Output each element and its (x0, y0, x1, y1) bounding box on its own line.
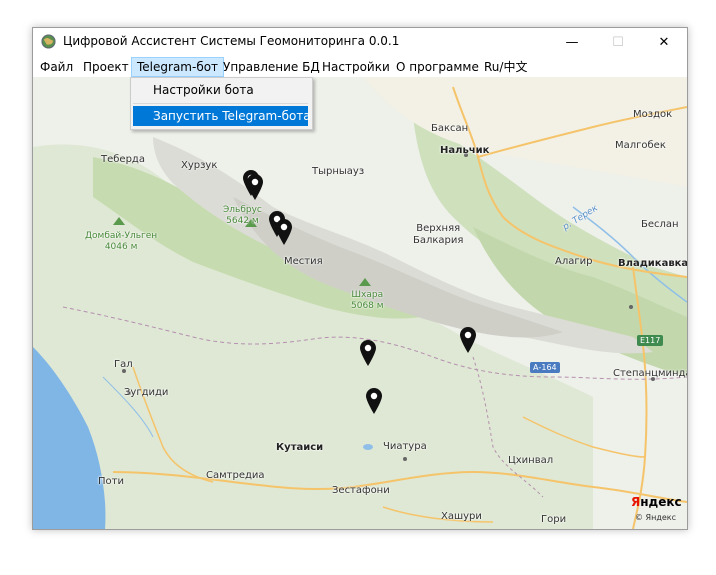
close-icon: ✕ (658, 34, 670, 50)
label-gori: Гори (541, 514, 567, 525)
title-bar: Цифровой Ассистент Системы Геомониторинг… (33, 28, 687, 56)
menu-telegram-bot[interactable]: Telegram-бот (131, 57, 225, 77)
minimize-button[interactable]: — (549, 28, 595, 56)
label-verkhnyaya-balkaria: Верхняя Балкария (413, 223, 464, 246)
label-alagir: Алагир (555, 256, 593, 267)
label-chiatura: Чиатура (383, 441, 427, 452)
label-malgobek: Малгобек (615, 140, 666, 151)
map-marker[interactable] (247, 174, 263, 200)
map-marker[interactable] (276, 219, 292, 245)
menu-item-start-telegram-bot[interactable]: Запустить Telegram-бота (133, 106, 311, 126)
label-poti: Поти (98, 476, 124, 487)
map-marker[interactable] (360, 340, 376, 366)
dropdown-separator (133, 103, 308, 104)
telegram-bot-dropdown: Настройки бота Запустить Telegram-бота (130, 77, 313, 130)
menu-item-bot-settings[interactable]: Настройки бота (133, 80, 308, 100)
road-badge-e117: E117 (637, 335, 664, 346)
label-kutaisi: Кутаиси (276, 442, 324, 453)
label-nalchik: Нальчик (440, 145, 490, 156)
maximize-icon: ☐ (612, 34, 624, 50)
label-khurzuk: Хурзук (181, 160, 218, 171)
label-tyrnyauz: Тырныауз (312, 166, 365, 177)
label-samtredia: Самтредиа (206, 470, 265, 481)
map-view[interactable]: Баксан Моздок Нальчик Малгобек Теберда Х… (33, 77, 687, 529)
label-peak-elbrus: Эльбрус 5642 м (223, 205, 262, 226)
globe-app-icon (41, 34, 56, 49)
label-peak-dombai: Домбай-Ульген 4046 м (85, 231, 158, 252)
label-stepantsminda: Степанцминда (613, 368, 687, 379)
road-badge-a164: А-164 (530, 362, 560, 373)
label-tskhinval: Цхинвал (508, 455, 554, 466)
label-teberda: Теберда (101, 154, 145, 165)
map-copyright[interactable]: © Яндекс (635, 513, 676, 522)
menu-about[interactable]: О программе (391, 57, 484, 77)
menu-project[interactable]: Проект (78, 57, 134, 77)
label-beslan: Беслан (641, 219, 679, 230)
label-gal: Гал (114, 359, 133, 370)
label-mozdok: Моздок (633, 109, 673, 120)
menu-db-management[interactable]: Управление БД (218, 57, 325, 77)
label-baksan: Баксан (431, 123, 469, 134)
label-zugdidi: Зугдиди (124, 387, 169, 398)
label-vladikavkaz: Владикавказ (618, 258, 687, 269)
menu-language[interactable]: Ru/中文 (479, 57, 532, 77)
menu-settings[interactable]: Настройки (317, 57, 395, 77)
yandex-logo[interactable]: Яндекс (631, 495, 682, 509)
label-khashuri: Хашури (441, 511, 482, 522)
minimize-icon: — (565, 34, 579, 50)
close-button[interactable]: ✕ (641, 28, 687, 56)
map-marker[interactable] (460, 327, 476, 353)
menu-bar: Файл Проект Telegram-бот Управление БД Н… (33, 57, 687, 78)
window-title: Цифровой Ассистент Системы Геомониторинг… (63, 34, 400, 48)
label-peak-shkhara: Шхара 5068 м (351, 290, 384, 311)
label-zestafoni: Зестафони (332, 485, 390, 496)
menu-file[interactable]: Файл (35, 57, 78, 77)
maximize-button[interactable]: ☐ (595, 28, 641, 56)
label-mestia: Местия (284, 256, 323, 267)
map-marker[interactable] (366, 388, 382, 414)
